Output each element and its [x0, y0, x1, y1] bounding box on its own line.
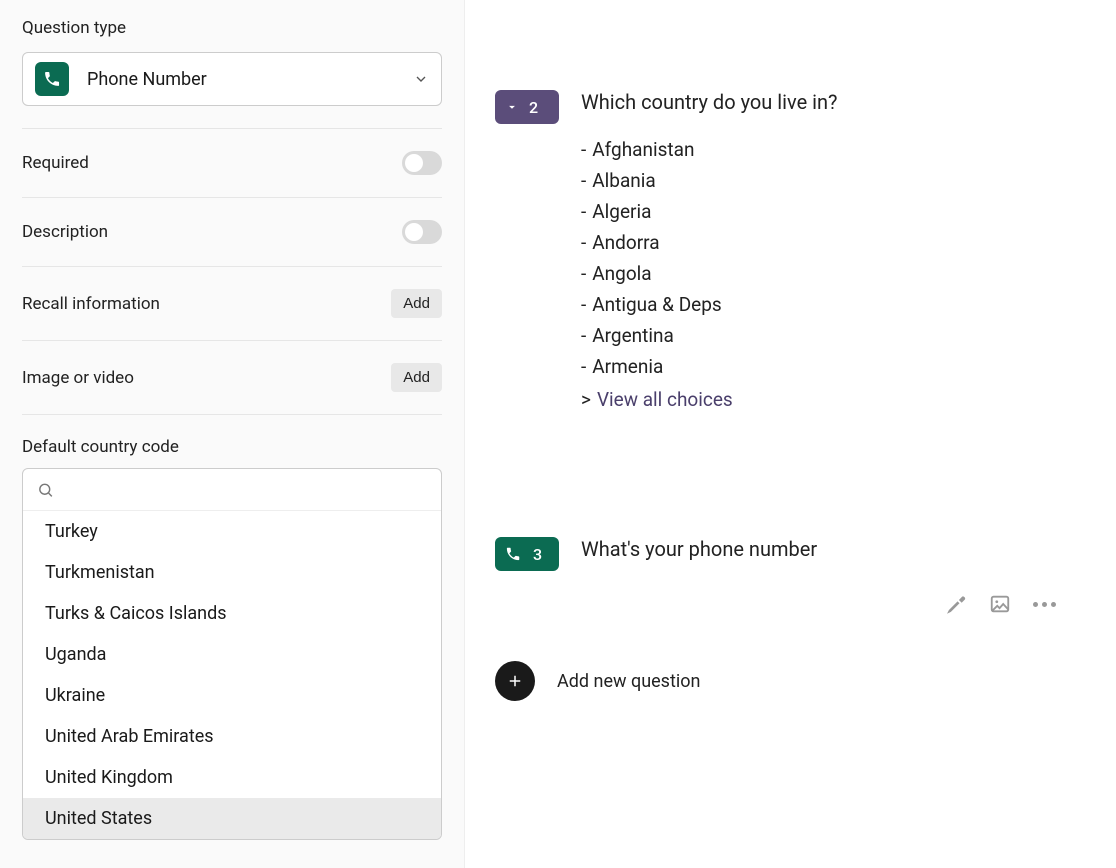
add-question-row: Add new question	[495, 661, 1086, 701]
question-2-badge: 2	[495, 90, 559, 124]
choice-item: -Afghanistan	[581, 134, 1086, 165]
question-canvas: 2 Which country do you live in? -Afghani…	[465, 0, 1116, 868]
view-all-label: View all choices	[597, 388, 733, 411]
question-type-value: Phone Number	[87, 69, 413, 90]
choice-item: -Albania	[581, 165, 1086, 196]
more-icon[interactable]	[1033, 602, 1056, 607]
image-video-add-button[interactable]: Add	[391, 363, 442, 392]
phone-icon	[35, 62, 69, 96]
required-toggle[interactable]	[402, 151, 442, 175]
country-search-row	[23, 469, 441, 511]
settings-sidebar: Question type Phone Number Required Desc…	[0, 0, 465, 868]
choice-item: -Andorra	[581, 227, 1086, 258]
add-question-label: Add new question	[557, 671, 700, 692]
view-all-choices-link[interactable]: >View all choices	[581, 382, 1086, 417]
question-3-badge: 3	[495, 537, 559, 571]
country-option[interactable]: Turks & Caicos Islands	[23, 593, 441, 634]
choice-item: -Argentina	[581, 320, 1086, 351]
question-2-choices: -Afghanistan-Albania-Algeria-Andorra-Ang…	[581, 134, 1086, 382]
question-3-number: 3	[533, 545, 542, 564]
country-option[interactable]: United Arab Emirates	[23, 716, 441, 757]
question-3-actions	[945, 593, 1056, 615]
recall-row: Recall information Add	[22, 267, 442, 341]
choice-item: -Armenia	[581, 351, 1086, 382]
question-type-select[interactable]: Phone Number	[22, 52, 442, 106]
country-option[interactable]: Turkmenistan	[23, 552, 441, 593]
question-3-title: What's your phone number	[581, 537, 817, 561]
description-label: Description	[22, 222, 108, 242]
country-search-input[interactable]	[60, 479, 427, 500]
add-question-button[interactable]	[495, 661, 535, 701]
country-option[interactable]: United Kingdom	[23, 757, 441, 798]
question-3-row[interactable]: 3 What's your phone number	[495, 537, 1086, 571]
plus-icon	[506, 672, 524, 690]
wrench-icon[interactable]	[945, 593, 967, 615]
required-row: Required	[22, 129, 442, 198]
required-label: Required	[22, 153, 89, 173]
country-option-list: TurkeyTurkmenistanTurks & Caicos Islands…	[23, 511, 441, 839]
question-2-title: Which country do you live in?	[581, 90, 838, 114]
image-video-row: Image or video Add	[22, 341, 442, 415]
chevron-down-icon	[413, 71, 429, 87]
chevron-down-icon	[505, 100, 519, 114]
question-2-number: 2	[529, 98, 538, 117]
country-option[interactable]: Turkey	[23, 511, 441, 552]
phone-icon	[505, 546, 521, 562]
recall-add-button[interactable]: Add	[391, 289, 442, 318]
country-option[interactable]: United States	[23, 798, 441, 839]
description-row: Description	[22, 198, 442, 267]
image-icon[interactable]	[989, 593, 1011, 615]
choice-item: -Antigua & Deps	[581, 289, 1086, 320]
choice-item: -Angola	[581, 258, 1086, 289]
recall-label: Recall information	[22, 294, 160, 314]
description-toggle[interactable]	[402, 220, 442, 244]
search-icon	[37, 481, 54, 499]
country-code-dropdown: TurkeyTurkmenistanTurks & Caicos Islands…	[22, 468, 442, 840]
choice-item: -Algeria	[581, 196, 1086, 227]
question-2-row[interactable]: 2 Which country do you live in?	[495, 90, 1086, 124]
country-option[interactable]: Ukraine	[23, 675, 441, 716]
country-option[interactable]: Uganda	[23, 634, 441, 675]
image-video-label: Image or video	[22, 368, 134, 388]
question-type-label: Question type	[22, 18, 442, 38]
question-3-section: 3 What's your phone number	[495, 537, 1086, 571]
default-country-code-label: Default country code	[22, 437, 442, 457]
